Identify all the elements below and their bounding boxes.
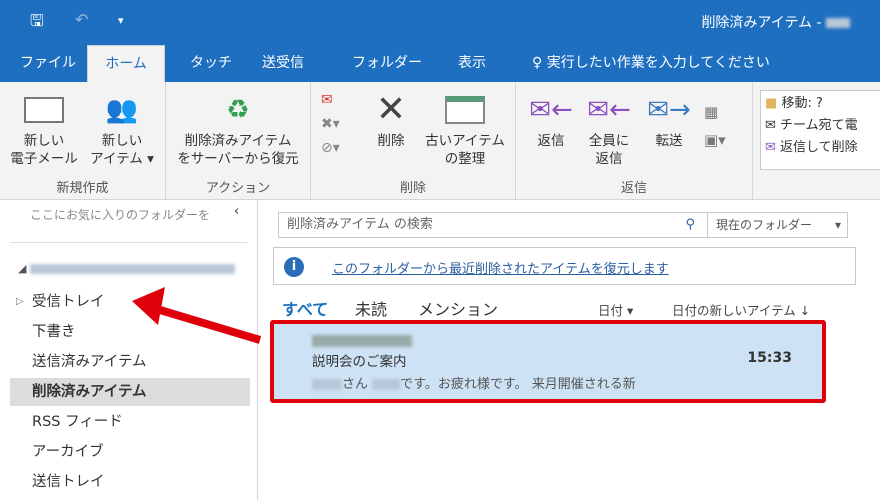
filter-mentions[interactable]: メンション [418,296,498,320]
delete-button[interactable]: ✕ 削除 [366,88,416,150]
ribbon-tabs: ファイル ホーム タッチ 送受信 フォルダー 表示 ♀ 実行したい作業を入力して… [0,45,880,82]
recycle-bin-icon: ♻ [226,95,250,125]
search-icon[interactable]: ⚲ [685,213,695,237]
recover-deleted-button[interactable]: ♻ 削除済みアイテム をサーバーから復元 [168,88,308,168]
title-bar: 🖫 ↶ ▾ 削除済みアイテム - [0,0,880,45]
group-label: 返信 [620,181,647,196]
mail-icon: ✉ [765,118,776,133]
folder-deleted[interactable]: 削除済みアイテム [10,378,250,406]
group-respond: ✉← 返信 ✉← 全員に 返信 ✉→ 転送 ▦ ▣▾ 返信 [516,82,753,200]
undo-icon[interactable]: ↶ [75,10,88,29]
tab-home[interactable]: ホーム [87,45,165,82]
group-action: ♻ 削除済みアイテム をサーバーから復元 アクション [166,82,311,200]
cleanup-old-items-button[interactable]: 古いアイテム の整理 [419,88,511,168]
message-time: 15:33 [747,350,792,366]
reply-delete-icon: ✉ [765,140,776,155]
window-title: 削除済みアイテム - [701,12,850,32]
group-label: 新規作成 [56,181,109,196]
sender [312,330,412,349]
new-mail-button[interactable]: 新しい 電子メール [8,88,80,168]
search-scope-dropdown[interactable]: 現在のフォルダー ▾ [707,213,847,237]
archive-icon [445,96,485,124]
tab-send-receive[interactable]: 送受信 [252,45,314,82]
message-subject: 説明会のご案内 [312,354,407,370]
tab-folder[interactable]: フォルダー [342,45,432,82]
forward-button[interactable]: ✉→ 転送 [644,88,694,150]
tab-view[interactable]: 表示 [448,45,496,82]
folder-archive[interactable]: アーカイブ [10,438,250,466]
folder-icon: ■ [765,96,778,111]
folder-rss[interactable]: RSS フィード [10,408,250,436]
customize-toolbar-icon[interactable]: ▾ [118,14,124,27]
recover-link[interactable]: このフォルダーから最近削除されたアイテムを復元します [332,258,669,277]
group-label: アクション [205,181,271,196]
tab-touch[interactable]: タッチ [180,45,242,82]
forward-icon: ✉→ [647,95,691,125]
message-preview: さん です。お疲れ様です。 来月開催される新 [312,373,636,392]
new-item-icon: 👥 [105,95,139,125]
reply-button[interactable]: ✉← 返信 [526,88,576,150]
meeting-reply-icon[interactable]: ▦ [704,98,726,126]
junk-icon[interactable]: ⊘▾ [321,136,340,160]
quick-step-reply-delete[interactable]: ✉ 返信して削除 [765,137,880,159]
filter-all[interactable]: すべて [282,296,328,320]
recover-infobar: i このフォルダーから最近削除されたアイテムを復元します [273,247,856,285]
sort-order-toggle[interactable]: 日付の新しいアイテム ↓ [672,300,810,319]
reply-all-button[interactable]: ✉← 全員に 返信 [584,88,634,168]
cleanup-icon[interactable]: ✖▾ [321,112,340,136]
sort-by-dropdown[interactable]: 日付 ▾ [598,300,633,319]
tell-me-box[interactable]: ♀ 実行したい作業を入力してください [522,45,780,82]
divider [10,242,247,243]
quick-step-team[interactable]: ✉ チーム宛て電 [765,115,880,137]
chevron-down-icon: ▾ [834,218,841,232]
ignore-icon[interactable]: ✉ [321,88,340,112]
save-icon[interactable]: 🖫 [30,10,44,37]
quick-steps-gallery: ■ 移動: ? ✉ チーム宛て電 ✉ 返信して削除 [760,90,880,170]
delete-x-icon: ✕ [375,89,407,130]
collapse-pane-icon[interactable]: ‹ [234,204,239,219]
group-delete: ✉ ✖▾ ⊘▾ ✕ 削除 古いアイテム の整理 削除 [311,82,516,200]
reply-icon: ✉← [529,95,573,125]
expand-icon[interactable]: ▷ [16,288,24,316]
info-icon: i [284,257,304,277]
quick-step-move[interactable]: ■ 移動: ? [765,93,880,115]
annotation-arrow-icon [132,287,262,344]
group-label: 削除 [399,181,426,196]
more-respond-icon[interactable]: ▣▾ [704,126,726,154]
message-item[interactable]: 説明会のご案内 15:33 さん です。お疲れ様です。 来月開催される新 [270,320,826,403]
ribbon: 新しい 電子メール 👥 新しい アイテム ▾ 新規作成 ♻ 削除済みアイテム を… [0,82,880,200]
envelope-icon [24,97,64,123]
group-new: 新しい 電子メール 👥 新しい アイテム ▾ 新規作成 [0,82,166,200]
favorites-hint: ここにお気に入りのフォルダーを [30,208,211,222]
new-item-button[interactable]: 👥 新しい アイテム ▾ [86,88,158,168]
tab-file[interactable]: ファイル [10,45,86,82]
search-input[interactable]: 削除済みアイテム の検索 ⚲ 現在のフォルダー ▾ [278,212,848,238]
account-node[interactable]: ◢ [18,262,235,275]
reply-all-icon: ✉← [587,95,631,125]
lightbulb-icon: ♀ [532,55,543,71]
folder-outbox[interactable]: 送信トレイ [10,468,250,496]
filter-unread[interactable]: 未読 [355,296,387,320]
